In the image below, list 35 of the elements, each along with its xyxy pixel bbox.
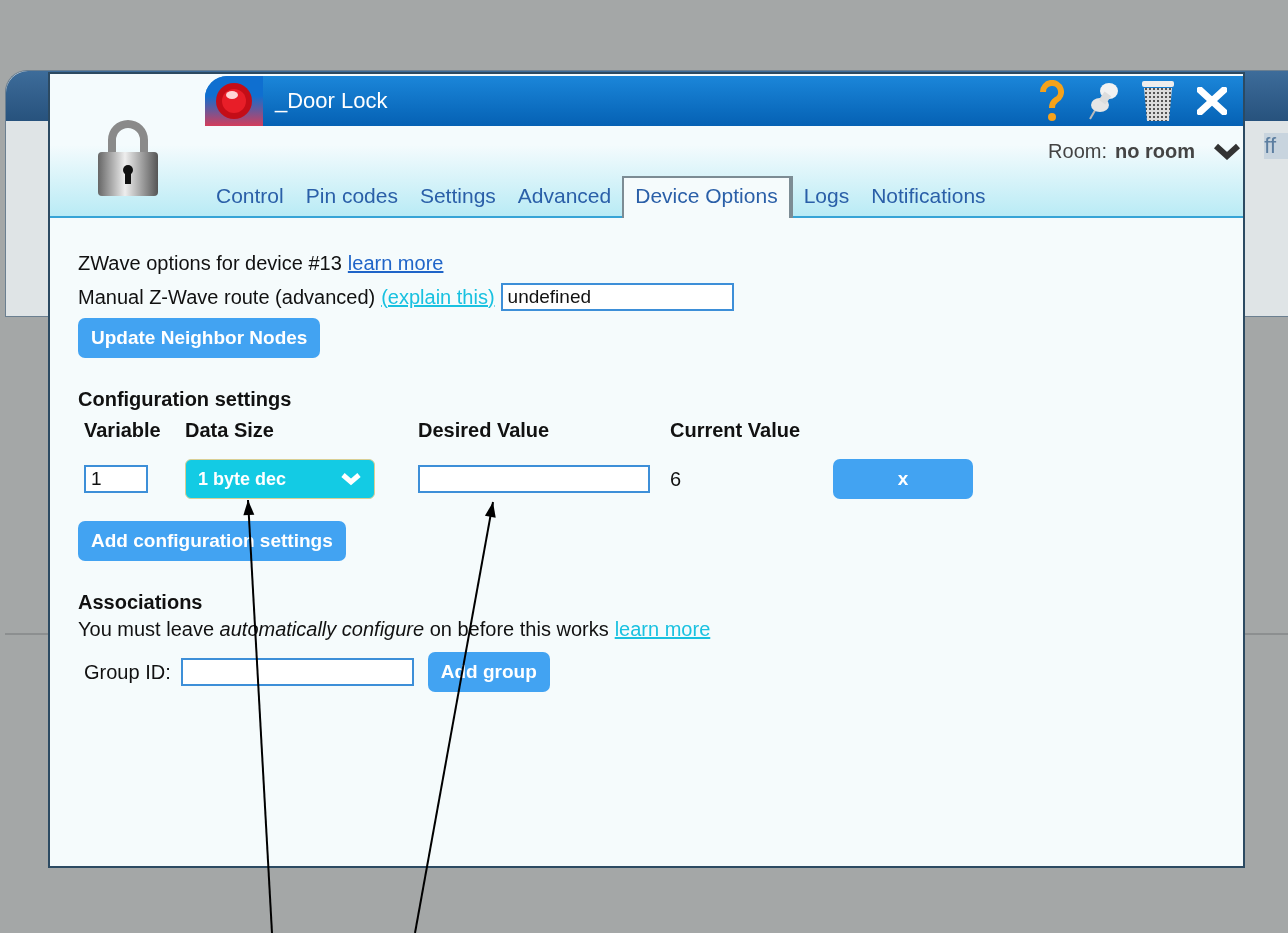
- chevron-down-icon: [340, 472, 362, 486]
- column-header: Data Size: [185, 419, 275, 443]
- variable-field[interactable]: 1: [84, 465, 148, 493]
- route-field[interactable]: undefined: [500, 283, 734, 311]
- chevron-down-icon[interactable]: [1213, 142, 1241, 160]
- tab[interactable]: Logs: [792, 178, 861, 216]
- group-id-label: Group ID:: [84, 660, 171, 684]
- section-heading: Associations: [78, 591, 203, 613]
- current-value: 6: [670, 467, 682, 490]
- column-header: Variable: [84, 419, 162, 443]
- tab[interactable]: Device Options: [622, 176, 793, 218]
- room-label: Room:: [1048, 139, 1107, 163]
- route-label: Manual Z-Wave route (advanced): [78, 285, 376, 309]
- learn-more-link[interactable]: learn more: [347, 251, 444, 275]
- tab[interactable]: Advanced: [506, 178, 623, 216]
- desired-value-field[interactable]: [418, 465, 650, 493]
- room-value: no room: [1115, 139, 1195, 163]
- remove-button[interactable]: x: [833, 459, 973, 499]
- close-icon[interactable]: [1197, 87, 1227, 115]
- group-id-field[interactable]: [180, 658, 414, 686]
- tab[interactable]: Notifications: [860, 178, 997, 216]
- section-heading: Configuration settings: [78, 388, 292, 410]
- column-header: Desired Value: [418, 419, 551, 443]
- window-title: _Door Lock: [275, 88, 389, 114]
- background-button[interactable]: ff: [1264, 133, 1288, 159]
- trash-icon[interactable]: [1141, 80, 1175, 122]
- tab[interactable]: Pin codes: [294, 178, 409, 216]
- device-options-text: ZWave options for device #13: [78, 251, 342, 275]
- tab[interactable]: Settings: [408, 178, 507, 216]
- tab[interactable]: Control: [205, 178, 295, 216]
- column-header: Current Value: [670, 419, 802, 443]
- pushpin-icon[interactable]: [1087, 81, 1119, 121]
- status-light-icon: [214, 81, 254, 121]
- update-neighbor-nodes-button[interactable]: Update Neighbor Nodes: [78, 318, 321, 358]
- help-icon[interactable]: [1039, 80, 1065, 122]
